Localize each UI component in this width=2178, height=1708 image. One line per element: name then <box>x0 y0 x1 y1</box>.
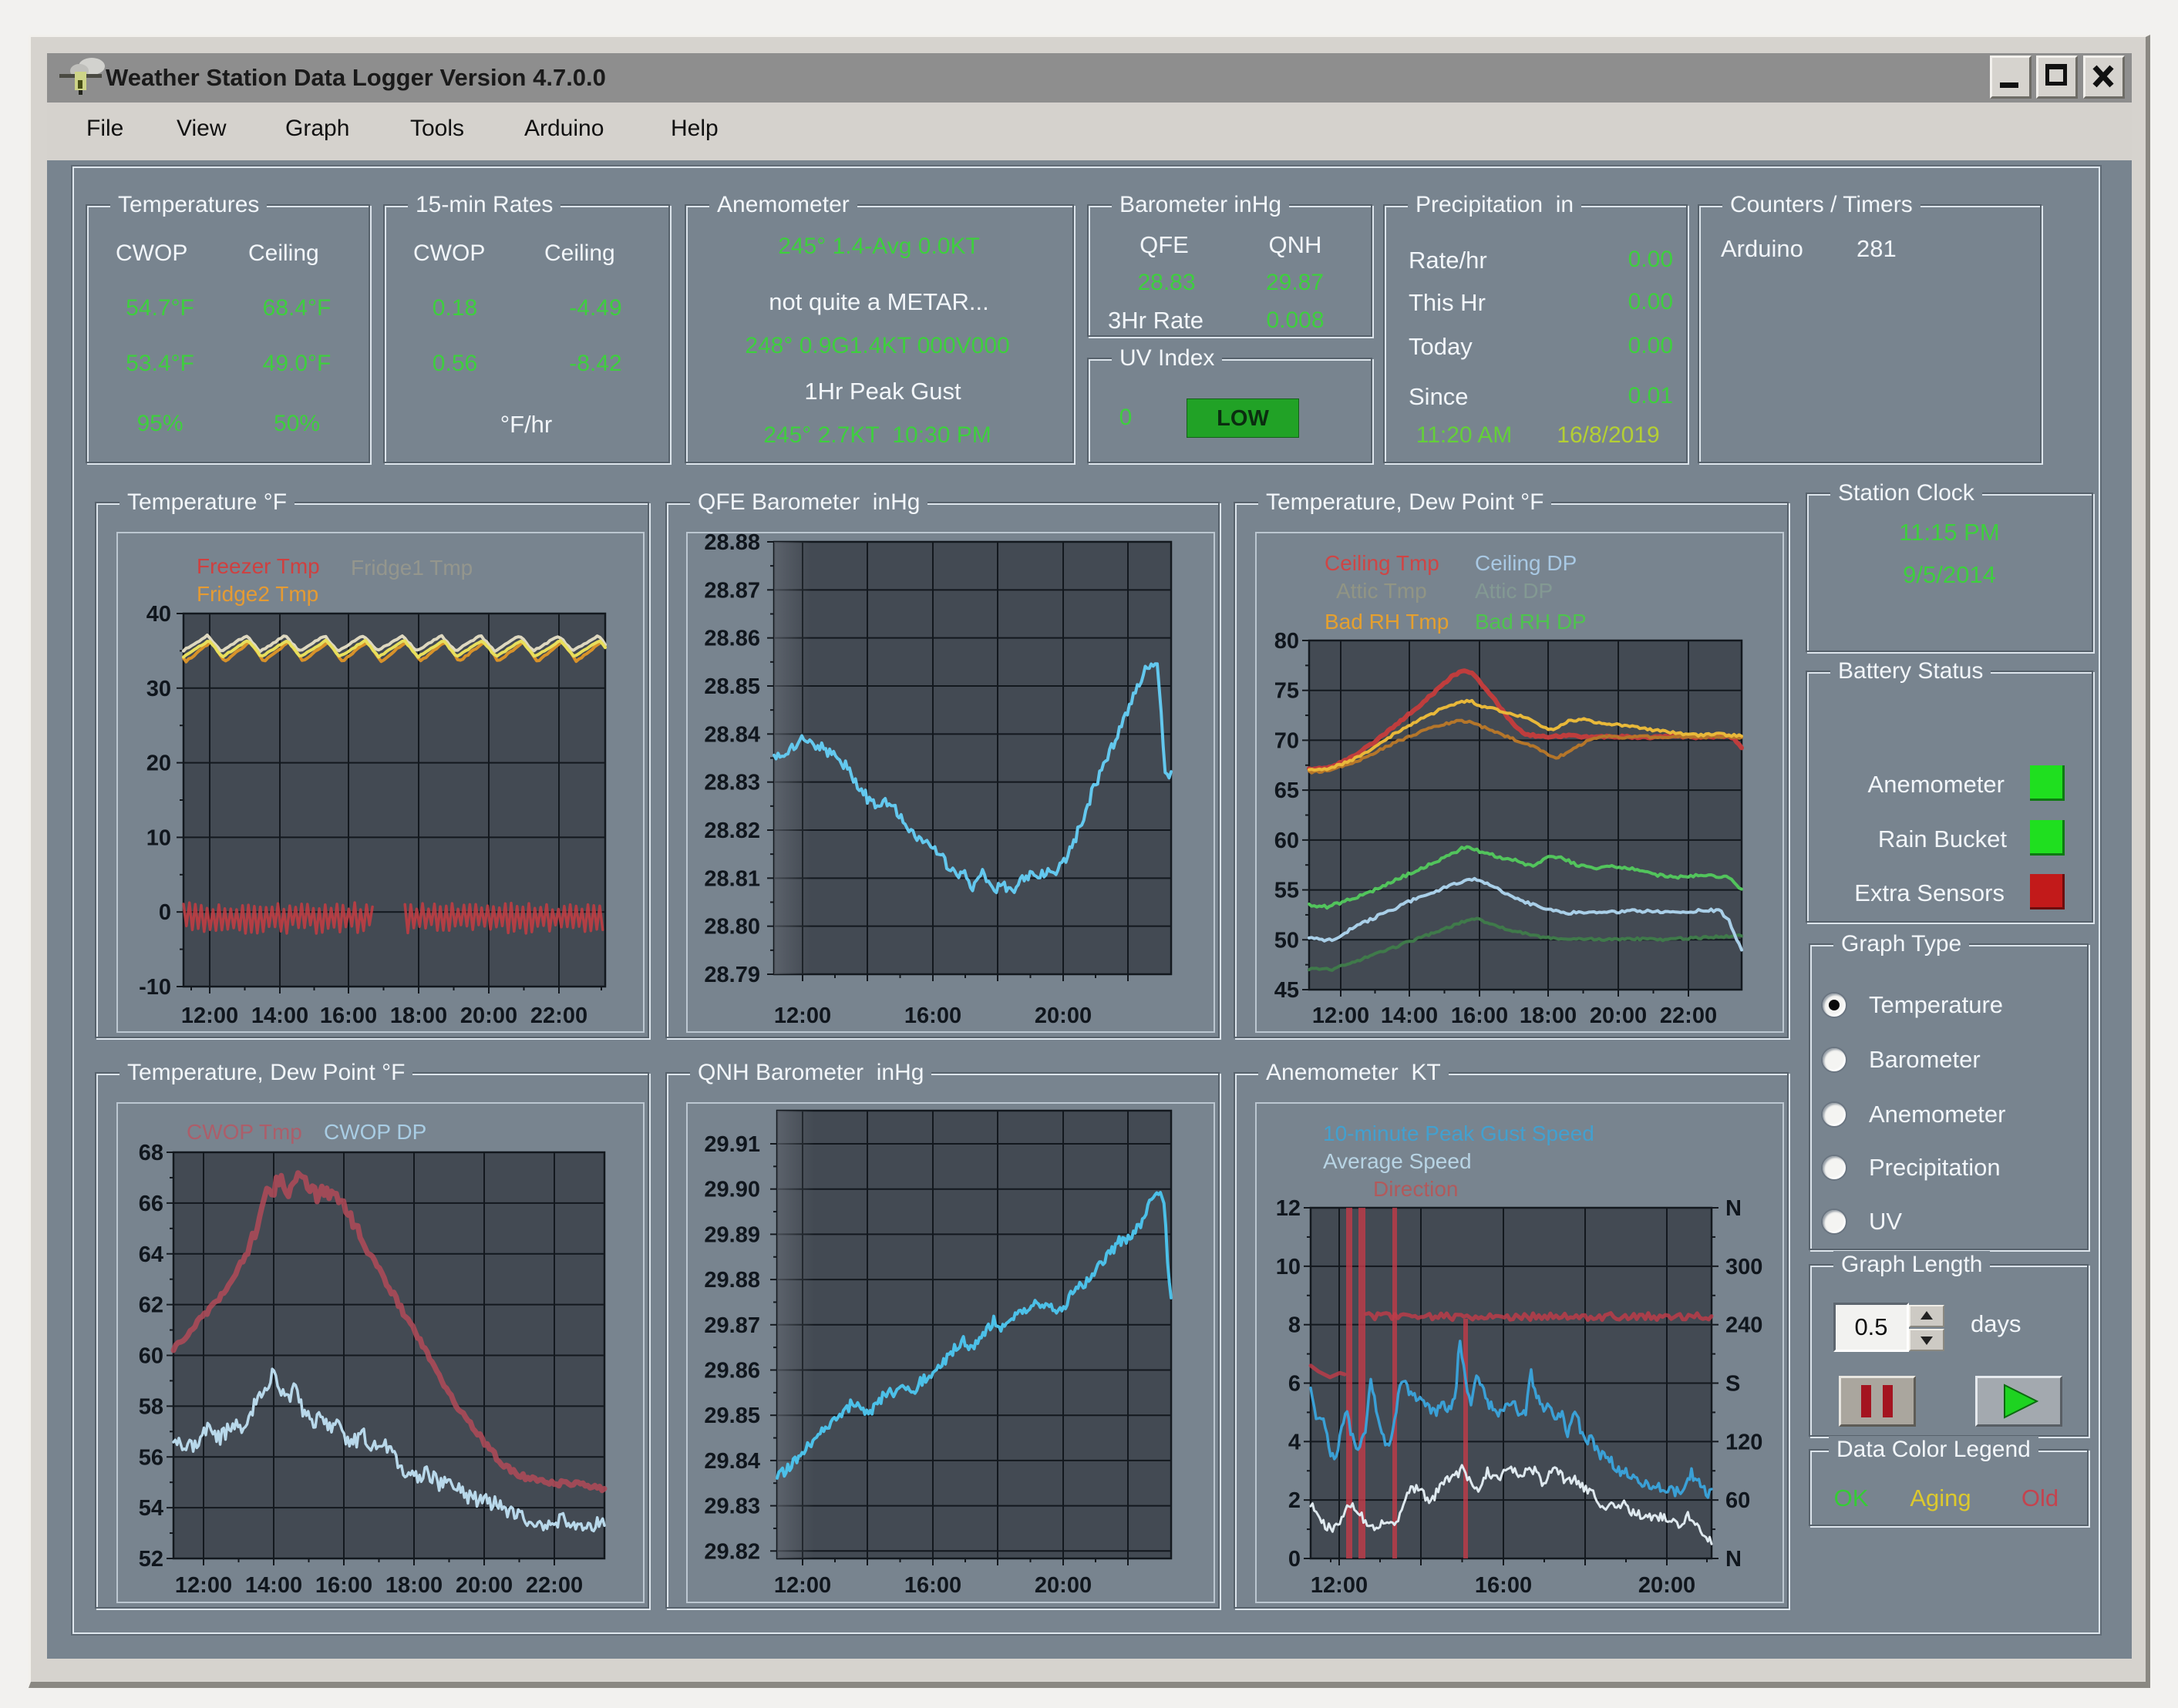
svg-text:16:00: 16:00 <box>1451 1004 1508 1028</box>
svg-text:Average Speed: Average Speed <box>1323 1149 1472 1173</box>
svg-text:40: 40 <box>146 602 171 627</box>
svg-text:28.83: 28.83 <box>704 771 760 795</box>
svg-text:CWOP DP: CWOP DP <box>324 1120 426 1144</box>
svg-text:64: 64 <box>139 1242 163 1267</box>
svg-text:29.85: 29.85 <box>704 1404 760 1428</box>
svg-text:16:00: 16:00 <box>904 1004 961 1028</box>
svg-text:20:00: 20:00 <box>1638 1573 1695 1598</box>
svg-text:8: 8 <box>1288 1313 1301 1338</box>
svg-text:60: 60 <box>139 1344 163 1369</box>
svg-text:29.84: 29.84 <box>704 1449 760 1474</box>
svg-text:16:00: 16:00 <box>320 1004 377 1028</box>
svg-text:29.90: 29.90 <box>704 1178 760 1202</box>
svg-text:22:00: 22:00 <box>1660 1004 1717 1028</box>
svg-text:28.86: 28.86 <box>704 627 760 651</box>
svg-text:50: 50 <box>1274 928 1299 953</box>
svg-text:12:00: 12:00 <box>774 1573 831 1598</box>
svg-text:10: 10 <box>1276 1255 1301 1279</box>
svg-text:12:00: 12:00 <box>1312 1004 1369 1028</box>
svg-text:Fridge2 Tmp: Fridge2 Tmp <box>197 582 318 606</box>
svg-text:30: 30 <box>146 677 171 701</box>
svg-text:Attic Tmp: Attic Tmp <box>1336 579 1427 603</box>
svg-text:Fridge1 Tmp: Fridge1 Tmp <box>351 556 473 580</box>
svg-text:55: 55 <box>1274 879 1299 903</box>
svg-text:16:00: 16:00 <box>1475 1573 1532 1598</box>
svg-text:20:00: 20:00 <box>1035 1573 1092 1598</box>
svg-text:22:00: 22:00 <box>530 1004 587 1028</box>
svg-text:29.86: 29.86 <box>704 1359 760 1384</box>
svg-text:62: 62 <box>139 1293 163 1318</box>
svg-text:S: S <box>1725 1372 1740 1397</box>
svg-text:18:00: 18:00 <box>385 1573 443 1598</box>
svg-text:22:00: 22:00 <box>526 1573 583 1598</box>
svg-text:20: 20 <box>146 751 171 776</box>
svg-text:65: 65 <box>1274 778 1299 803</box>
svg-text:80: 80 <box>1274 629 1299 654</box>
svg-text:6: 6 <box>1288 1372 1301 1397</box>
svg-text:Ceiling Tmp: Ceiling Tmp <box>1325 551 1439 575</box>
svg-text:300: 300 <box>1725 1255 1762 1279</box>
svg-text:-10: -10 <box>139 975 171 1000</box>
svg-text:28.82: 28.82 <box>704 819 760 843</box>
svg-text:16:00: 16:00 <box>904 1573 961 1598</box>
svg-text:4: 4 <box>1288 1430 1301 1454</box>
svg-text:60: 60 <box>1725 1488 1750 1513</box>
svg-text:Freezer Tmp: Freezer Tmp <box>197 554 320 578</box>
svg-text:Bad RH DP: Bad RH DP <box>1475 610 1587 634</box>
svg-text:68: 68 <box>139 1141 163 1165</box>
svg-text:28.85: 28.85 <box>704 674 760 699</box>
svg-text:10: 10 <box>146 825 171 850</box>
svg-text:12:00: 12:00 <box>1311 1573 1368 1598</box>
svg-text:12: 12 <box>1276 1196 1301 1221</box>
svg-text:29.82: 29.82 <box>704 1539 760 1564</box>
svg-text:75: 75 <box>1274 679 1299 704</box>
svg-text:56: 56 <box>139 1445 163 1470</box>
svg-text:52: 52 <box>139 1547 163 1572</box>
svg-text:45: 45 <box>1274 978 1299 1003</box>
svg-text:Bad RH Tmp: Bad RH Tmp <box>1325 610 1449 634</box>
svg-text:28.79: 28.79 <box>704 963 760 987</box>
svg-text:0: 0 <box>159 900 171 925</box>
svg-text:16:00: 16:00 <box>315 1573 372 1598</box>
svg-text:2: 2 <box>1288 1488 1301 1513</box>
svg-text:58: 58 <box>139 1394 163 1419</box>
svg-text:N: N <box>1725 1196 1742 1221</box>
svg-text:14:00: 14:00 <box>245 1573 302 1598</box>
svg-text:54: 54 <box>139 1496 163 1521</box>
svg-text:14:00: 14:00 <box>1381 1004 1438 1028</box>
svg-text:20:00: 20:00 <box>456 1573 513 1598</box>
svg-text:12:00: 12:00 <box>175 1573 232 1598</box>
svg-text:18:00: 18:00 <box>1520 1004 1577 1028</box>
svg-text:240: 240 <box>1725 1313 1762 1338</box>
svg-text:Direction: Direction <box>1373 1177 1458 1201</box>
svg-text:N: N <box>1725 1547 1742 1572</box>
svg-text:12:00: 12:00 <box>774 1004 831 1028</box>
svg-text:20:00: 20:00 <box>1035 1004 1092 1028</box>
svg-text:60: 60 <box>1274 829 1299 853</box>
svg-text:CWOP Tmp: CWOP Tmp <box>187 1120 302 1144</box>
svg-text:18:00: 18:00 <box>390 1004 447 1028</box>
svg-text:Attic DP: Attic DP <box>1475 579 1553 603</box>
svg-text:29.88: 29.88 <box>704 1268 760 1293</box>
svg-text:14:00: 14:00 <box>251 1004 308 1028</box>
svg-text:28.88: 28.88 <box>704 532 760 555</box>
svg-text:0: 0 <box>1288 1547 1301 1572</box>
svg-text:29.83: 29.83 <box>704 1494 760 1519</box>
svg-text:20:00: 20:00 <box>1590 1004 1647 1028</box>
svg-text:120: 120 <box>1725 1430 1762 1454</box>
svg-text:28.80: 28.80 <box>704 915 760 940</box>
svg-text:20:00: 20:00 <box>460 1004 517 1028</box>
svg-text:29.91: 29.91 <box>704 1132 760 1157</box>
svg-text:29.87: 29.87 <box>704 1313 760 1338</box>
svg-text:70: 70 <box>1274 728 1299 753</box>
svg-text:29.89: 29.89 <box>704 1222 760 1247</box>
svg-text:12:00: 12:00 <box>181 1004 238 1028</box>
svg-text:10-minute Peak Gust Speed: 10-minute Peak Gust Speed <box>1323 1121 1594 1145</box>
svg-text:28.84: 28.84 <box>704 722 760 747</box>
svg-text:66: 66 <box>139 1192 163 1216</box>
svg-text:28.87: 28.87 <box>704 578 760 603</box>
svg-text:Ceiling DP: Ceiling DP <box>1475 551 1577 575</box>
svg-text:28.81: 28.81 <box>704 866 760 891</box>
